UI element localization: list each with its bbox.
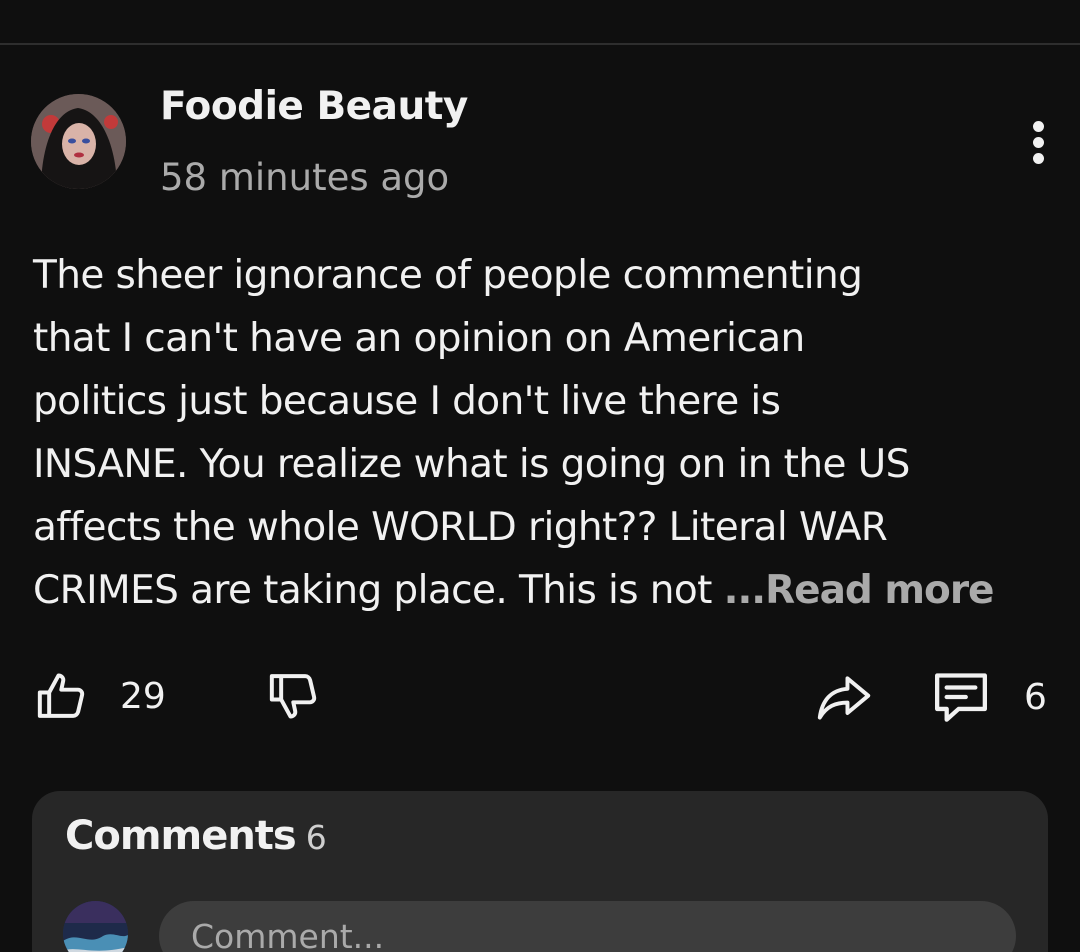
post-text-line: politics just because I don't live there… (33, 379, 781, 424)
author-avatar[interactable] (31, 94, 126, 189)
user-avatar (63, 901, 128, 952)
comment-count: 6 (1024, 676, 1047, 718)
comments-panel[interactable]: Comments 6 (32, 791, 1048, 952)
more-vert-icon (1032, 120, 1044, 132)
post-text: The sheer ignorance of people commenting… (33, 244, 1043, 622)
more-vert-icon-dot (1032, 136, 1044, 148)
comments-title-count: 6 (305, 818, 327, 857)
like-count: 29 (120, 675, 166, 717)
like-button[interactable]: 29 (34, 668, 166, 724)
share-button[interactable] (814, 670, 874, 726)
post-text-line-last: CRIMES are taking place. This is not ...… (33, 559, 1043, 622)
post-text-line: INSANE. You realize what is going on in … (33, 442, 910, 487)
comment-icon (935, 673, 987, 722)
user-avatar-image (63, 901, 128, 952)
share-arrow-icon (817, 676, 871, 720)
divider (0, 43, 1080, 45)
comment-input[interactable] (159, 901, 1016, 952)
post-text-line: affects the whole WORLD right?? Literal … (33, 505, 888, 550)
thumb-up-icon (37, 673, 85, 718)
post-text-line: The sheer ignorance of people commenting (33, 253, 863, 298)
more-vert-icon-dot (1032, 152, 1044, 164)
thumb-down-icon (269, 674, 317, 719)
dislike-button[interactable] (266, 668, 322, 724)
more-options-button[interactable] (1018, 112, 1058, 172)
comments-button[interactable]: 6 (930, 668, 1047, 726)
comments-title: Comments (65, 813, 297, 859)
post-text-line: CRIMES are taking place. This is not (33, 568, 724, 613)
community-post-page: Foodie Beauty 58 minutes ago The sheer i… (0, 0, 1080, 952)
comments-header: Comments 6 (65, 813, 327, 859)
author-avatar-image (31, 94, 126, 189)
read-more-link[interactable]: ...Read more (724, 568, 995, 613)
author-name[interactable]: Foodie Beauty (160, 84, 468, 129)
post-timestamp: 58 minutes ago (160, 156, 450, 199)
post-text-line: that I can't have an opinion on American (33, 316, 805, 361)
